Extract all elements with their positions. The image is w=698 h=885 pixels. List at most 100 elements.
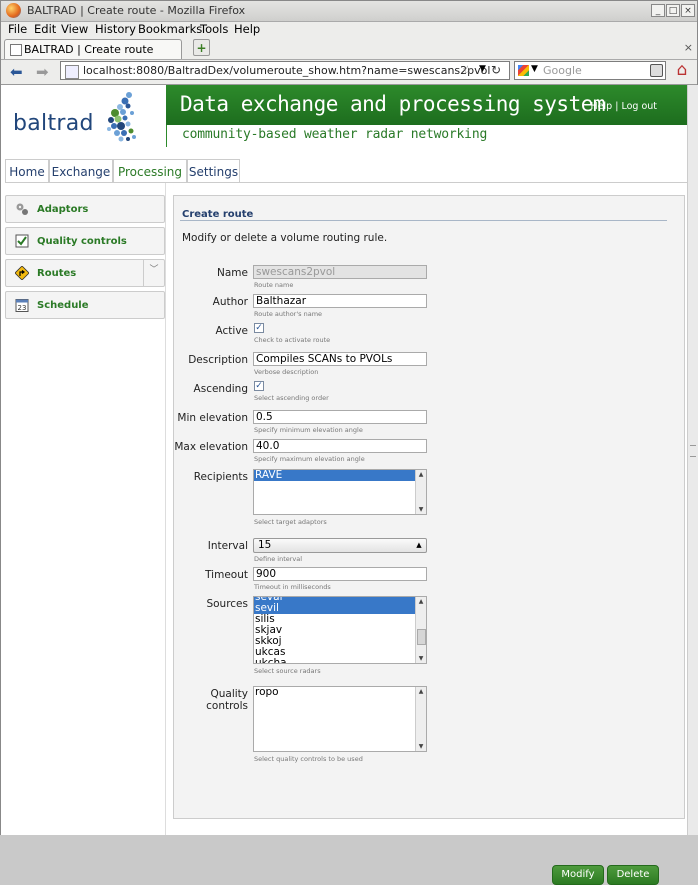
- back-button[interactable]: ⬅: [10, 63, 23, 81]
- sidebar-item-quality-controls[interactable]: Quality controls: [5, 227, 165, 255]
- author-hint: Route author's name: [254, 310, 323, 318]
- close-button[interactable]: ×: [681, 4, 695, 17]
- tab-close-icon[interactable]: ×: [684, 41, 693, 54]
- listbox-scrollbar[interactable]: ▲ ▼: [415, 687, 426, 751]
- active-hint: Check to activate route: [254, 336, 331, 344]
- list-item[interactable]: RAVE: [254, 470, 415, 481]
- menu-bar: File Edit View History Bookmarks Tools H…: [1, 21, 697, 38]
- interval-select[interactable]: 15 ▲: [253, 538, 427, 553]
- interval-label: Interval: [207, 540, 248, 552]
- scroll-up-icon[interactable]: ▲: [416, 597, 426, 606]
- ascending-hint: Select ascending order: [254, 394, 329, 402]
- scroll-down-icon[interactable]: ▼: [416, 742, 426, 751]
- listbox-scrollbar[interactable]: ▲ ▼: [415, 597, 426, 663]
- scroll-grip[interactable]: [690, 445, 696, 457]
- sources-listbox[interactable]: sevar sevil silis skjav skkoj ukcas ukch…: [253, 596, 427, 664]
- author-field[interactable]: Balthazar: [253, 294, 427, 308]
- timeout-label: Timeout: [205, 569, 248, 581]
- bookmark-star-icon[interactable]: ☆: [462, 63, 473, 77]
- timeout-field[interactable]: 900: [253, 567, 427, 581]
- url-text[interactable]: localhost:8080/BaltradDex/volumeroute_sh…: [83, 64, 490, 77]
- listbox-scrollbar[interactable]: ▲ ▼: [415, 470, 426, 514]
- tab-settings[interactable]: Settings: [187, 159, 240, 183]
- delete-button[interactable]: Delete: [607, 865, 659, 885]
- page-scrollbar[interactable]: [687, 85, 698, 835]
- scroll-up-icon[interactable]: ▲: [416, 470, 426, 479]
- ascending-label: Ascending: [193, 383, 248, 395]
- header-links: Help | Log out: [590, 101, 657, 112]
- description-hint: Verbose description: [254, 368, 319, 376]
- quality-controls-listbox[interactable]: ropo ▲ ▼: [253, 686, 427, 752]
- url-bar[interactable]: localhost:8080/BaltradDex/volumeroute_sh…: [60, 61, 510, 80]
- sources-hint: Select source radars: [254, 667, 321, 675]
- sidebar-item-adaptors[interactable]: Adaptors: [5, 195, 165, 223]
- menu-file[interactable]: File: [8, 22, 27, 36]
- sidebar-item-schedule[interactable]: 23 Schedule: [5, 291, 165, 319]
- create-route-panel: Create route Modify or delete a volume r…: [173, 195, 685, 885]
- chevron-down-icon[interactable]: ﹀: [143, 260, 164, 286]
- max-elevation-field[interactable]: 40.0: [253, 439, 427, 453]
- menu-tools[interactable]: Tools: [200, 22, 228, 36]
- quality-controls-hint: Select quality controls to be used: [254, 755, 363, 763]
- scroll-thumb[interactable]: [417, 629, 426, 645]
- schedule-icon: 23: [15, 299, 29, 312]
- home-icon[interactable]: ⌂: [672, 61, 692, 80]
- author-label: Author: [212, 296, 248, 308]
- search-magnifier-icon[interactable]: [650, 64, 663, 77]
- navigation-toolbar: ⬅ ➡ localhost:8080/BaltradDex/volumerout…: [1, 59, 697, 85]
- menu-view[interactable]: View: [61, 22, 88, 36]
- url-dropdown-icon[interactable]: ▼: [479, 64, 486, 74]
- list-item[interactable]: ropo: [254, 687, 415, 698]
- modify-button[interactable]: Modify: [552, 865, 604, 885]
- interval-hint: Define interval: [254, 555, 303, 563]
- minimize-button[interactable]: _: [651, 4, 665, 17]
- name-hint: Route name: [254, 281, 294, 289]
- svg-text:23: 23: [18, 304, 27, 312]
- page-identity-icon[interactable]: [65, 65, 79, 79]
- forward-button[interactable]: ➡: [36, 63, 49, 81]
- new-tab-button[interactable]: +: [193, 39, 210, 56]
- description-label: Description: [188, 354, 248, 366]
- menu-edit[interactable]: Edit: [34, 22, 56, 36]
- sidebar-item-label: Routes: [37, 268, 77, 279]
- scroll-down-icon[interactable]: ▼: [416, 505, 426, 514]
- tab-title: BALTRAD | Create route: [24, 43, 154, 56]
- sidebar-item-label: Quality controls: [37, 236, 127, 247]
- search-box[interactable]: ▼ Google: [514, 61, 666, 80]
- menu-bookmarks[interactable]: Bookmarks: [138, 22, 202, 36]
- browser-tab[interactable]: BALTRAD | Create route: [4, 39, 182, 59]
- baltrad-logo[interactable]: baltrad: [13, 111, 94, 136]
- min-elevation-field[interactable]: 0.5: [253, 410, 427, 424]
- sources-label: Sources: [206, 598, 248, 610]
- logout-link[interactable]: Log out: [621, 101, 657, 112]
- menu-history[interactable]: History: [95, 22, 136, 36]
- ascending-checkbox[interactable]: ✓: [254, 381, 264, 391]
- sidebar-item-routes[interactable]: Routes ﹀: [5, 259, 165, 287]
- search-input[interactable]: Google: [543, 64, 582, 77]
- engine-dropdown-icon[interactable]: ▼: [531, 64, 538, 74]
- title-bar: BALTRAD | Create route - Mozilla Firefox…: [1, 1, 697, 22]
- description-field[interactable]: Compiles SCANs to PVOLs: [253, 352, 427, 366]
- browser-window: BALTRAD | Create route - Mozilla Firefox…: [0, 0, 698, 885]
- tab-processing[interactable]: Processing: [113, 159, 187, 183]
- reload-icon[interactable]: ↻: [491, 63, 501, 77]
- page-favicon: [10, 44, 22, 56]
- tab-exchange[interactable]: Exchange: [49, 159, 113, 183]
- banner-title: Data exchange and processing system: [180, 92, 606, 116]
- list-item[interactable]: sevil: [254, 603, 415, 614]
- scroll-up-icon[interactable]: ▲: [416, 687, 426, 696]
- list-item[interactable]: ukcha: [254, 658, 415, 664]
- help-link[interactable]: Help: [591, 101, 613, 112]
- quality-controls-icon: [15, 234, 29, 248]
- page-content: baltrad Data exchange and processing sys…: [1, 85, 688, 885]
- menu-help[interactable]: Help: [234, 22, 260, 36]
- tab-home[interactable]: Home: [5, 159, 49, 183]
- maximize-button[interactable]: □: [666, 4, 680, 17]
- recipients-listbox[interactable]: RAVE ▲ ▼: [253, 469, 427, 515]
- header-banner: Data exchange and processing system Help…: [166, 85, 687, 125]
- google-engine-icon[interactable]: [518, 65, 529, 76]
- sidebar-item-label: Schedule: [37, 300, 89, 311]
- scroll-down-icon[interactable]: ▼: [416, 654, 426, 663]
- name-label: Name: [217, 267, 248, 279]
- active-checkbox[interactable]: ✓: [254, 323, 264, 333]
